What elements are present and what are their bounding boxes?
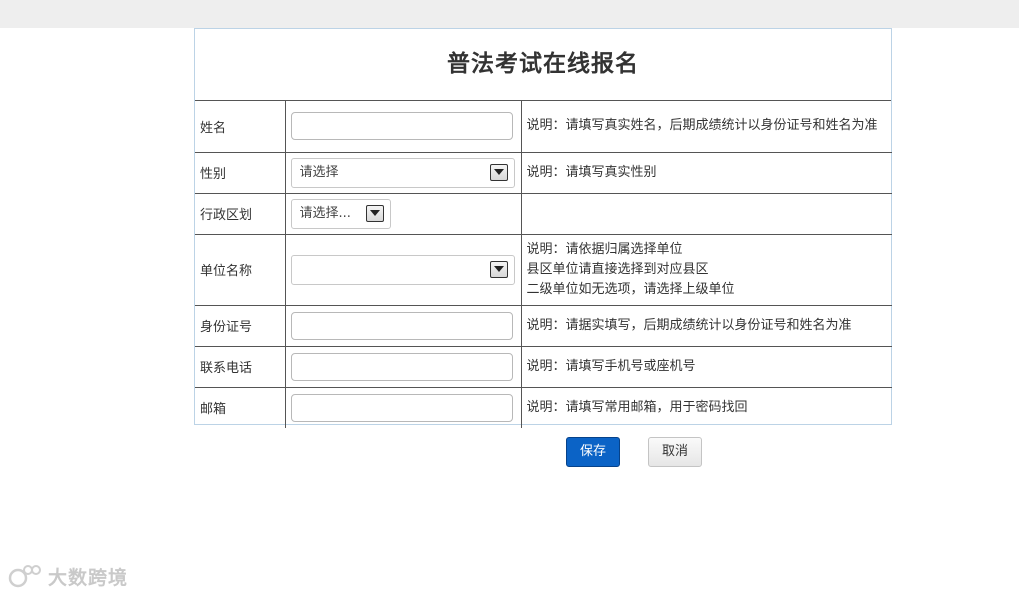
unit-label: 单位名称 bbox=[195, 233, 286, 306]
gender-select-value: 请选择 bbox=[299, 164, 339, 180]
form-row-id-number: 身份证号 说明：请据实填写，后期成绩统计以身份证号和姓名为准 bbox=[195, 304, 892, 347]
unit-note: 说明：请依据归属选择单位 县区单位请直接选择到对应县区 二级单位如无选项，请选择… bbox=[520, 233, 892, 306]
registration-form-table: 姓名 说明：请填写真实姓名，后期成绩统计以身份证号和姓名为准 性别 请选择 说明… bbox=[195, 101, 892, 428]
form-row-region: 行政区划 请选择... bbox=[195, 192, 892, 235]
form-row-gender: 性别 请选择 说明：请填写真实性别 bbox=[195, 151, 892, 194]
region-note bbox=[520, 192, 892, 235]
name-label: 姓名 bbox=[195, 101, 286, 153]
form-row-name: 姓名 说明：请填写真实姓名，后期成绩统计以身份证号和姓名为准 bbox=[195, 101, 892, 153]
phone-note: 说明：请填写手机号或座机号 bbox=[520, 345, 892, 388]
name-field-cell bbox=[284, 101, 522, 153]
id-number-label: 身份证号 bbox=[195, 304, 286, 347]
region-label: 行政区划 bbox=[195, 192, 286, 235]
top-bar bbox=[0, 0, 1019, 28]
region-field-cell: 请选择... bbox=[284, 192, 522, 235]
email-label: 邮箱 bbox=[195, 386, 286, 428]
form-row-unit: 单位名称 说明：请依据归属选择单位 县区单位请直接选择到对应县区 二级单位如无选… bbox=[195, 233, 892, 306]
region-select[interactable]: 请选择... bbox=[290, 198, 391, 229]
watermark-text: 大数跨境 bbox=[48, 566, 129, 589]
phone-label: 联系电话 bbox=[195, 345, 286, 388]
unit-note-line: 说明：请依据归属选择单位 bbox=[526, 241, 683, 257]
id-number-field-cell bbox=[284, 304, 522, 347]
cancel-button[interactable]: 取消 bbox=[648, 437, 702, 467]
gender-label: 性别 bbox=[195, 151, 286, 194]
name-input[interactable] bbox=[290, 112, 513, 141]
chevron-down-icon[interactable] bbox=[489, 260, 508, 278]
chevron-down-icon[interactable] bbox=[489, 163, 508, 181]
phone-field-cell bbox=[284, 345, 522, 388]
registration-form-panel: 普法考试在线报名 姓名 说明：请填写真实姓名，后期成绩统计以身份证号和姓名为准 … bbox=[194, 28, 892, 428]
form-row-email: 邮箱 说明：请填写常用邮箱，用于密码找回 bbox=[195, 386, 892, 428]
unit-note-line: 二级单位如无选项，请选择上级单位 bbox=[526, 281, 735, 297]
unit-field-cell bbox=[284, 233, 522, 306]
phone-input[interactable] bbox=[290, 352, 513, 381]
gender-select[interactable]: 请选择 bbox=[290, 157, 515, 188]
page-title: 普法考试在线报名 bbox=[195, 29, 891, 101]
id-number-input[interactable] bbox=[290, 311, 513, 340]
gender-field-cell: 请选择 bbox=[284, 151, 522, 194]
email-input[interactable] bbox=[290, 393, 513, 422]
chevron-down-icon[interactable] bbox=[365, 204, 384, 222]
unit-note-line: 县区单位请直接选择到对应县区 bbox=[526, 261, 709, 277]
id-number-note: 说明：请据实填写，后期成绩统计以身份证号和姓名为准 bbox=[520, 304, 892, 347]
gender-note: 说明：请填写真实性别 bbox=[520, 151, 892, 194]
unit-select[interactable] bbox=[290, 254, 515, 285]
email-note: 说明：请填写常用邮箱，用于密码找回 bbox=[520, 386, 892, 428]
name-note: 说明：请填写真实姓名，后期成绩统计以身份证号和姓名为准 bbox=[520, 101, 892, 153]
watermark-logo-icon bbox=[8, 565, 41, 588]
save-button[interactable]: 保存 bbox=[566, 437, 620, 467]
form-row-phone: 联系电话 说明：请填写手机号或座机号 bbox=[195, 345, 892, 388]
email-field-cell bbox=[284, 386, 522, 428]
region-select-value: 请选择... bbox=[299, 205, 351, 221]
watermark: 大数跨境 bbox=[8, 563, 128, 589]
